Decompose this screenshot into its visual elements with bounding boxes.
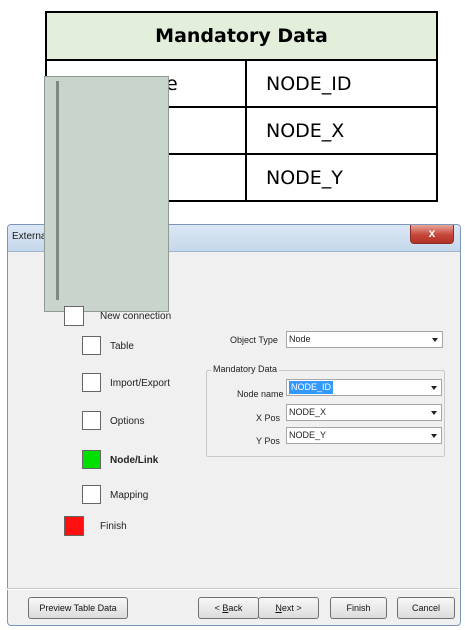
x-pos-value: NODE_X [289, 407, 327, 417]
table-cell-column: NODE_ID [245, 59, 438, 108]
object-type-label: Object Type [230, 335, 278, 345]
step-box-options [82, 411, 101, 430]
step-box-import-export [82, 373, 101, 392]
node-name-label: Node name [237, 389, 284, 399]
step-label-finish: Finish [100, 521, 127, 532]
step-label-options: Options [110, 416, 145, 427]
preview-button-label: Preview Table Data [39, 603, 117, 613]
chevron-down-icon [432, 338, 438, 342]
y-pos-select[interactable]: NODE_Y [286, 427, 442, 444]
table-header-row: Mandatory Data [45, 11, 438, 61]
finish-button-label: Finish [346, 603, 371, 613]
table-cell-column: NODE_X [245, 106, 438, 155]
table-cell-column: NODE_Y [245, 153, 438, 202]
x-pos-select[interactable]: NODE_X [286, 404, 442, 421]
cancel-button-label: Cancel [411, 603, 440, 613]
close-icon: x [428, 226, 436, 240]
object-type-value: Node [289, 334, 311, 344]
step-box-new-connection [64, 306, 84, 326]
x-pos-label: X Pos [256, 413, 281, 423]
close-button[interactable]: x [410, 225, 454, 244]
step-box-node-link [82, 450, 101, 469]
step-label-new-connection: New connection [100, 311, 172, 322]
step-label-table: Table [110, 341, 134, 352]
finish-button[interactable]: Finish [330, 597, 387, 619]
step-box-table [82, 336, 101, 355]
back-button[interactable]: < Back [198, 597, 259, 619]
back-button-label: < Back [215, 603, 243, 613]
y-pos-value: NODE_Y [289, 430, 327, 440]
table-header: Mandatory Data [45, 11, 438, 61]
footer-separator [7, 588, 459, 590]
step-box-mapping [82, 485, 101, 504]
cancel-button[interactable]: Cancel [397, 597, 455, 619]
step-label-mapping: Mapping [110, 490, 149, 501]
object-type-select[interactable]: Node [286, 331, 443, 348]
chevron-down-icon [431, 411, 437, 415]
node-name-select[interactable]: NODE_ID [286, 379, 442, 396]
y-pos-label: Y Pos [256, 436, 280, 446]
next-button[interactable]: Next > [258, 597, 319, 619]
steps-connector-line [56, 81, 59, 300]
next-button-label: Next > [275, 603, 301, 613]
next-rest: ext > [281, 603, 302, 613]
back-rest: ack [228, 603, 243, 613]
chevron-down-icon [431, 386, 437, 390]
step-box-finish [64, 516, 84, 536]
chevron-down-icon [431, 434, 437, 438]
step-label-import-export: Import/Export [110, 378, 171, 389]
node-name-value: NODE_ID [289, 381, 334, 394]
step-label-node-link: Node/Link [110, 455, 159, 466]
wizard-steps-panel [44, 76, 169, 312]
preview-table-data-button[interactable]: Preview Table Data [28, 597, 128, 619]
mandatory-data-group-title: Mandatory Data [211, 364, 280, 374]
